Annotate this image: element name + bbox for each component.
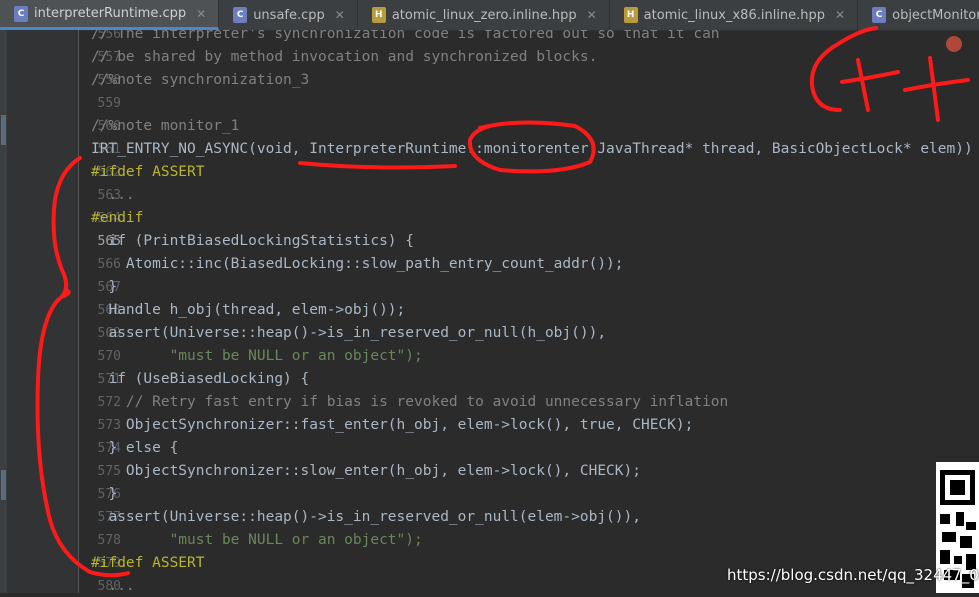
close-icon[interactable]: ✕ xyxy=(835,8,845,22)
tab-atomic-linux-x86-hpp[interactable]: H atomic_linux_x86.inline.hpp ✕ xyxy=(610,0,859,30)
tab-objectmonitor-cpp[interactable]: C objectMonitor.cpp ✕ xyxy=(858,0,979,30)
cpp-file-icon: C xyxy=(233,7,248,23)
hpp-file-icon: H xyxy=(623,7,638,23)
tab-label: atomic_linux_x86.inline.hpp xyxy=(643,7,826,23)
line-number-gutter[interactable] xyxy=(0,30,79,593)
hpp-file-icon: H xyxy=(371,7,386,23)
tool-strip-marker[interactable] xyxy=(1,115,6,145)
tab-atomic-linux-zero-hpp[interactable]: H atomic_linux_zero.inline.hpp ✕ xyxy=(358,0,610,30)
editor-tab-bar: C interpreterRuntime.cpp ✕ C unsafe.cpp … xyxy=(0,0,979,31)
tab-interpreterruntime-cpp[interactable]: C interpreterRuntime.cpp ✕ xyxy=(0,0,220,30)
watermark-url: https://blog.csdn.net/qq_32447_01 xyxy=(727,566,979,584)
tab-label: unsafe.cpp xyxy=(253,7,325,23)
error-stripe-marker[interactable] xyxy=(946,36,962,52)
cpp-file-icon: C xyxy=(872,7,887,23)
close-icon[interactable]: ✕ xyxy=(335,8,345,22)
tab-label: objectMonitor.cpp xyxy=(892,7,979,23)
left-tool-strip xyxy=(0,30,7,593)
tab-label: atomic_linux_zero.inline.hpp xyxy=(391,7,577,23)
tab-label: interpreterRuntime.cpp xyxy=(34,6,187,21)
close-icon[interactable]: ✕ xyxy=(587,8,597,22)
tab-unsafe-cpp[interactable]: C unsafe.cpp ✕ xyxy=(219,0,358,30)
cpp-file-icon: C xyxy=(14,5,28,22)
code-text-layer[interactable]: // The interpreter's synchronization cod… xyxy=(79,30,979,593)
close-icon[interactable]: ✕ xyxy=(196,7,206,21)
tool-strip-marker[interactable] xyxy=(1,470,6,500)
